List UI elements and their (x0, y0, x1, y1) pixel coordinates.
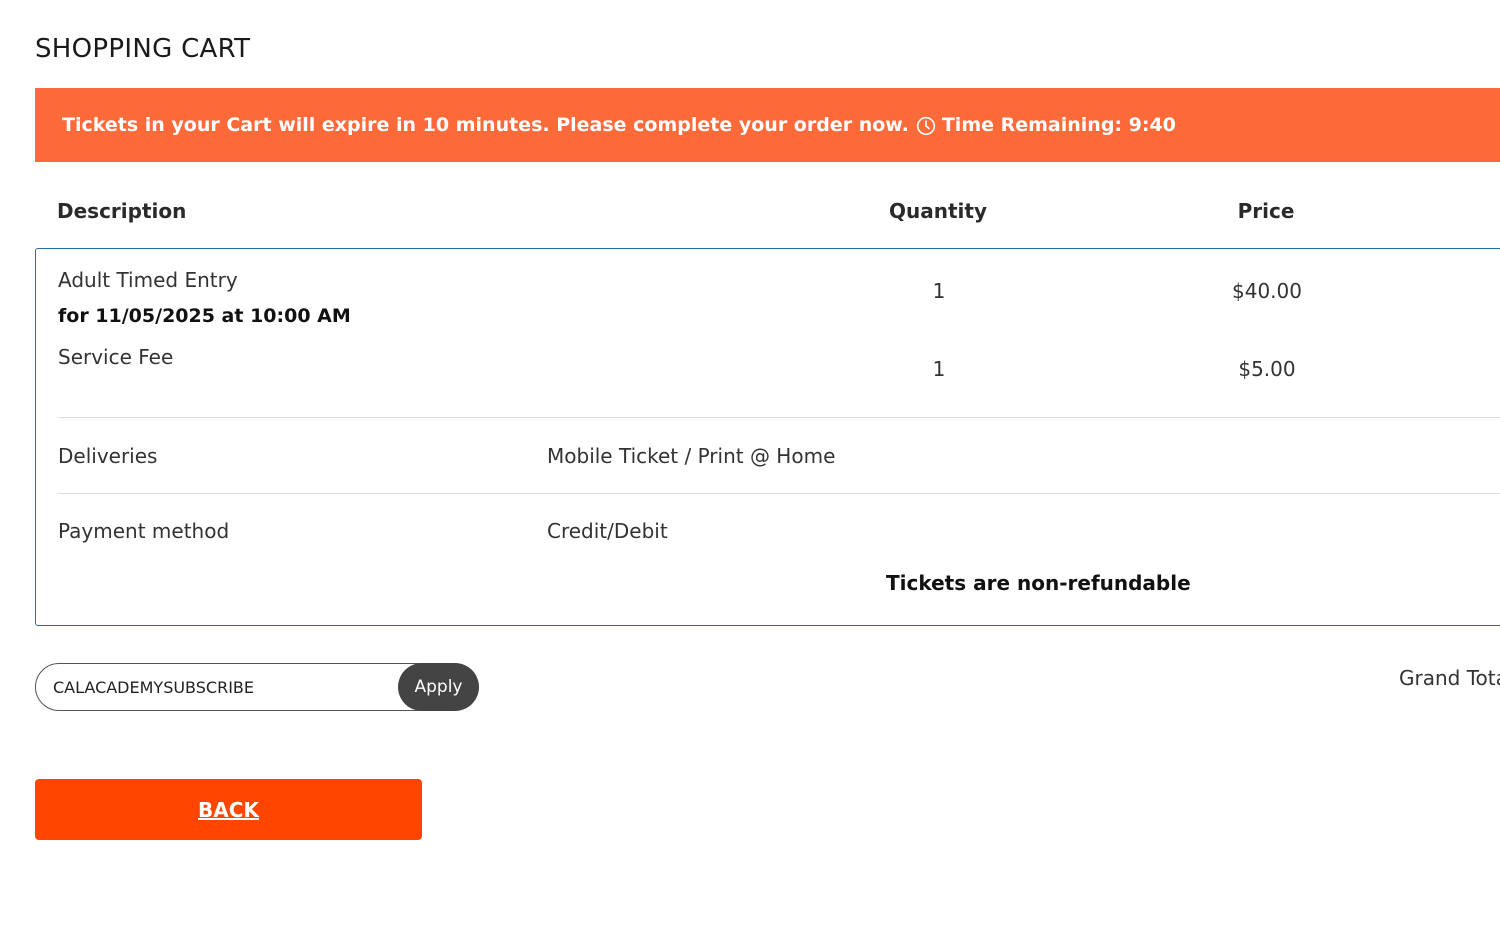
item-name-service-fee: Service Fee (58, 345, 174, 369)
deliveries-value: Mobile Ticket / Print @ Home (547, 444, 836, 468)
cart-items-box: Adult Timed Entry for 11/05/2025 at 10:0… (35, 248, 1500, 626)
deliveries-label: Deliveries (58, 444, 158, 468)
item-name-adult-timed-entry: Adult Timed Entry (58, 268, 238, 292)
grand-total-label: Grand Tota (1399, 666, 1500, 690)
cart-expiry-banner: Tickets in your Cart will expire in 10 m… (35, 88, 1500, 162)
clock-icon (916, 116, 936, 136)
shopping-cart-page: SHOPPING CART Tickets in your Cart will … (0, 0, 1500, 937)
non-refundable-notice: Tickets are non-refundable (886, 571, 1191, 595)
column-header-quantity: Quantity (889, 199, 987, 223)
promo-code-input[interactable] (35, 663, 445, 711)
column-header-description: Description (57, 199, 187, 223)
time-remaining: Time Remaining: 9:40 (941, 114, 1176, 136)
page-title: SHOPPING CART (35, 34, 251, 64)
row-divider (58, 417, 1500, 418)
apply-promo-button[interactable]: Apply (398, 663, 479, 711)
item-date-detail: for 11/05/2025 at 10:00 AM (58, 305, 351, 327)
item-price-service-fee: $5.00 (1238, 357, 1296, 381)
payment-method-label: Payment method (58, 519, 230, 543)
expiry-message: Tickets in your Cart will expire in 10 m… (62, 114, 909, 136)
item-price-adult-timed-entry: $40.00 (1232, 279, 1302, 303)
column-header-price: Price (1237, 199, 1295, 223)
promo-code-form: Apply (35, 663, 479, 711)
item-quantity-service-fee: 1 (932, 357, 946, 381)
back-button[interactable]: BACK (35, 779, 422, 840)
payment-method-value: Credit/Debit (547, 519, 668, 543)
item-quantity-adult-timed-entry: 1 (932, 279, 946, 303)
row-divider (58, 493, 1500, 494)
